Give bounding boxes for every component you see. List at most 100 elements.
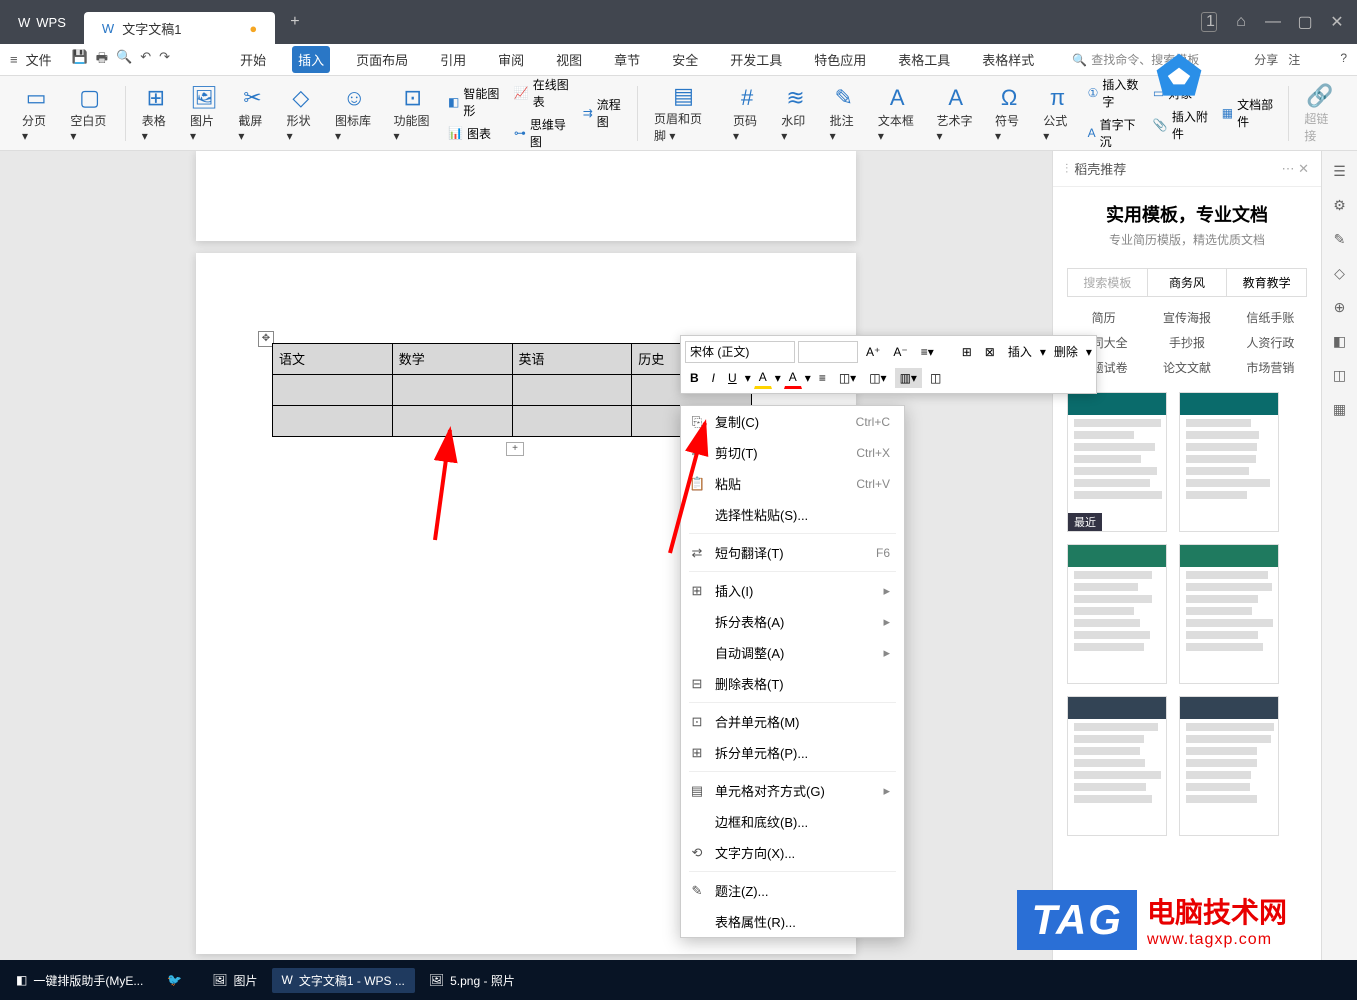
border1-icon[interactable]: ◫▾ (834, 368, 861, 388)
app-menu-icon[interactable]: ≡ (10, 52, 18, 67)
document-tab[interactable]: W 文字文稿1 ● (84, 12, 275, 44)
layout-icon[interactable]: ◫ (925, 368, 946, 388)
rb-mid-4[interactable]: A文本框 ▾ (868, 84, 927, 143)
cell-0-1[interactable]: 数学 (392, 343, 512, 374)
new-tab-button[interactable]: + (275, 13, 314, 31)
rb-sr2-1[interactable]: 📎插入附件 (1153, 108, 1210, 142)
ribbon-tab-11[interactable]: 表格样式 (976, 46, 1040, 73)
rb-sr1-0[interactable]: ①插入数字 (1088, 76, 1141, 110)
rail-icon-4[interactable]: ⊕ (1330, 299, 1350, 319)
rail-icon-7[interactable]: ▦ (1330, 401, 1350, 421)
share-button[interactable]: 分享 (1254, 51, 1278, 68)
increase-font-icon[interactable]: A⁺ (861, 342, 885, 362)
note-button[interactable]: 注 (1288, 51, 1300, 68)
ctx-item-12[interactable]: ⊡合并单元格(M) (681, 706, 904, 737)
rb-stack1-1[interactable]: 📊图表 (448, 125, 502, 142)
close-icon[interactable]: ✕ (1329, 12, 1345, 32)
ctx-item-2[interactable]: 📋粘贴Ctrl+V (681, 468, 904, 499)
rb-mid-3[interactable]: ✎批注 ▾ (820, 84, 868, 143)
cat-2-1[interactable]: 论文文献 (1150, 359, 1223, 376)
font-name-input[interactable] (685, 341, 795, 363)
ribbon-tab-7[interactable]: 安全 (666, 46, 704, 73)
ctx-item-5[interactable]: ⇄短句翻译(T)F6 (681, 537, 904, 568)
rb-left2-1[interactable]: 🖼图片 ▾ (180, 84, 228, 143)
cell-1-1[interactable] (392, 374, 512, 405)
font-color-icon[interactable]: A (784, 367, 802, 389)
cat-0-0[interactable]: 简历 (1067, 309, 1140, 326)
panel-drag-icon[interactable]: ⫶ (1065, 161, 1068, 177)
print-icon[interactable]: 🖶 (96, 49, 108, 71)
rail-icon-3[interactable]: ◇ (1330, 265, 1350, 285)
home-icon[interactable]: ⌂ (1233, 13, 1249, 31)
highlight-icon[interactable]: A (754, 367, 772, 389)
ctx-item-0[interactable]: ⎘复制(C)Ctrl+C (681, 406, 904, 437)
cat-1-2[interactable]: 人资行政 (1234, 334, 1307, 351)
rb-mid-7[interactable]: π公式 ▾ (1033, 84, 1081, 143)
cell-1-2[interactable] (512, 374, 632, 405)
template-1[interactable] (1179, 392, 1279, 532)
panel-search[interactable]: 搜索模板 (1068, 269, 1147, 296)
rb-sr3-0[interactable]: ▦文档部件 (1222, 96, 1276, 130)
badge-icon[interactable]: 1 (1201, 12, 1217, 32)
notification-bird-icon[interactable] (1151, 48, 1207, 104)
file-menu[interactable]: 文件 (20, 47, 58, 72)
rail-icon-2[interactable]: ✎ (1330, 231, 1350, 251)
align-icon[interactable]: ≡ (814, 368, 831, 388)
task-item-4[interactable]: 🖼5.png - 照片 (419, 968, 525, 993)
border2-icon[interactable]: ◫▾ (864, 368, 891, 388)
ctx-item-15[interactable]: ▤单元格对齐方式(G)▸ (681, 775, 904, 806)
ribbon-tab-10[interactable]: 表格工具 (892, 46, 956, 73)
panel-menu-icon[interactable]: ⋯ ✕ (1281, 161, 1309, 177)
ribbon-tab-9[interactable]: 特色应用 (808, 46, 872, 73)
rb-mid-0[interactable]: ▤页眉和页脚 ▾ (644, 82, 723, 144)
cell-2-0[interactable] (273, 405, 393, 436)
rb-left2-4[interactable]: ☺图标库 ▾ (325, 84, 384, 143)
ribbon-tab-0[interactable]: 开始 (234, 46, 272, 73)
cell-0-0[interactable]: 语文 (273, 343, 393, 374)
rb-stack3-0[interactable]: ⇉流程图 (583, 96, 626, 130)
cell-2-1[interactable] (392, 405, 512, 436)
task-item-3[interactable]: W文字文稿1 - WPS ... (272, 968, 415, 993)
ctx-item-9[interactable]: 自动调整(A)▸ (681, 637, 904, 668)
ctx-item-16[interactable]: 边框和底纹(B)... (681, 806, 904, 837)
ctx-item-7[interactable]: ⊞插入(I)▸ (681, 575, 904, 606)
italic-icon[interactable]: I (707, 368, 720, 388)
ctx-item-8[interactable]: 拆分表格(A)▸ (681, 606, 904, 637)
help-icon[interactable]: ? (1340, 51, 1347, 68)
ctx-item-3[interactable]: 选择性粘贴(S)... (681, 499, 904, 530)
rb-mid-1[interactable]: #页码 ▾ (723, 84, 771, 143)
task-item-0[interactable]: ◧一键排版助手(MyE... (6, 968, 153, 993)
redo-icon[interactable]: ↷ (159, 49, 170, 71)
minimize-icon[interactable]: — (1265, 13, 1281, 31)
insert-button[interactable]: 插入 (1003, 340, 1037, 363)
font-size-input[interactable] (798, 341, 858, 363)
cat-2-2[interactable]: 市场营销 (1234, 359, 1307, 376)
rb-mid-6[interactable]: Ω符号 ▾ (985, 84, 1033, 143)
cat-1-1[interactable]: 手抄报 (1150, 334, 1223, 351)
rb-left-1[interactable]: ▢空白页 ▾ (60, 84, 119, 143)
ribbon-tab-2[interactable]: 页面布局 (350, 46, 414, 73)
rb-left2-3[interactable]: ◇形状 ▾ (277, 84, 325, 143)
save-icon[interactable]: 💾 (72, 49, 88, 71)
rail-icon-0[interactable]: ☰ (1330, 163, 1350, 183)
rb-stack2-0[interactable]: 📈在线图表 (514, 76, 571, 110)
rail-icon-6[interactable]: ◫ (1330, 367, 1350, 387)
cell-2-2[interactable] (512, 405, 632, 436)
task-item-2[interactable]: 🖼图片 (202, 968, 267, 993)
rail-icon-5[interactable]: ◧ (1330, 333, 1350, 353)
add-row-button[interactable]: + (506, 442, 524, 456)
rb-mid-5[interactable]: A艺术字 ▾ (926, 84, 985, 143)
template-0[interactable]: 最近 (1067, 392, 1167, 532)
ctx-item-20[interactable]: 表格属性(R)... (681, 906, 904, 937)
panel-tab-2[interactable]: 教育教学 (1226, 269, 1306, 296)
cat-0-1[interactable]: 宣传海报 (1150, 309, 1223, 326)
cell-1-0[interactable] (273, 374, 393, 405)
task-item-1[interactable]: 🐦 (157, 969, 198, 991)
ribbon-tab-5[interactable]: 视图 (550, 46, 588, 73)
undo-icon[interactable]: ↶ (140, 49, 151, 71)
rb-left-0[interactable]: ▭分页 ▾ (12, 84, 60, 143)
ribbon-tab-4[interactable]: 审阅 (492, 46, 530, 73)
template-3[interactable] (1179, 544, 1279, 684)
rail-icon-1[interactable]: ⚙ (1330, 197, 1350, 217)
template-2[interactable] (1067, 544, 1167, 684)
